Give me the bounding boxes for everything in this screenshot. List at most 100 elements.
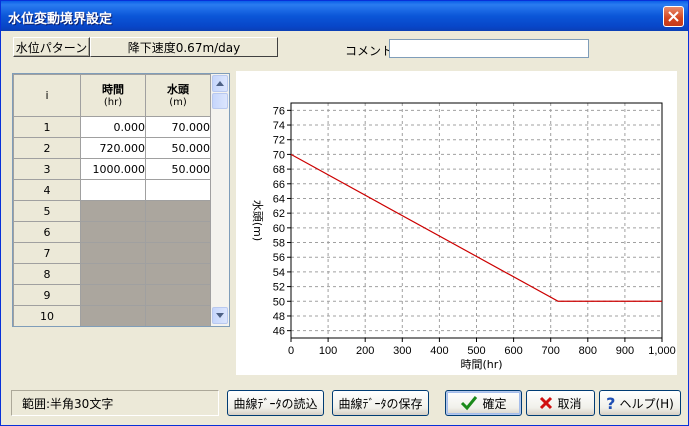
- table-row: 10: [13, 305, 211, 326]
- y-tick-label: 50: [273, 296, 285, 308]
- comment-label: コメント: [345, 44, 394, 58]
- row-number: 5: [13, 200, 81, 222]
- table-row: 1 0.000 70.000: [13, 116, 211, 138]
- head-cell[interactable]: 50.000: [145, 137, 211, 159]
- row-number: 9: [13, 284, 81, 306]
- row-number: 7: [13, 242, 81, 264]
- table-row: 2 720.000 50.000: [13, 137, 211, 159]
- header-time-unit: (hr): [103, 96, 123, 108]
- y-tick-label: 48: [273, 311, 285, 323]
- row-number: 3: [13, 158, 81, 180]
- head-cell: [145, 221, 211, 243]
- x-tick-label: 700: [542, 345, 560, 357]
- cancel-button[interactable]: 取消: [526, 390, 595, 416]
- status-text: 範囲:半角30文字: [11, 390, 219, 416]
- head-cell[interactable]: 70.000: [145, 116, 211, 138]
- time-cell: [80, 263, 146, 285]
- time-cell: [80, 305, 146, 326]
- time-cell: [80, 221, 146, 243]
- header-time-label: 時間: [102, 82, 124, 96]
- x-tick-label: 500: [467, 345, 485, 357]
- pattern-button[interactable]: 水位パターン: [13, 37, 90, 57]
- head-cell: [145, 263, 211, 285]
- x-tick-label: 900: [616, 345, 634, 357]
- header-head-unit: (m): [169, 96, 187, 108]
- x-tick-label: 1,000: [648, 345, 676, 357]
- scroll-down-icon[interactable]: [212, 307, 228, 324]
- time-cell[interactable]: 0.000: [80, 116, 146, 138]
- row-number: 10: [13, 305, 81, 326]
- time-cell[interactable]: 1000.000: [80, 158, 146, 180]
- head-cell[interactable]: [145, 179, 211, 201]
- time-cell: [80, 242, 146, 264]
- question-icon: ?: [606, 393, 616, 413]
- y-tick-label: 72: [273, 135, 285, 147]
- save-curve-label: 曲線ﾃﾞｰﾀの保存: [338, 396, 423, 411]
- y-tick-label: 66: [273, 179, 285, 191]
- table-row: 6: [13, 221, 211, 243]
- table-row: 4: [13, 179, 211, 201]
- time-cell[interactable]: 720.000: [80, 137, 146, 159]
- x-tick-label: 800: [579, 345, 597, 357]
- x-axis-label: 時間(hr): [460, 358, 502, 371]
- table-row: 5: [13, 200, 211, 222]
- y-tick-label: 62: [273, 208, 285, 220]
- y-tick-label: 64: [273, 193, 285, 205]
- row-number: 6: [13, 221, 81, 243]
- y-tick-label: 68: [273, 164, 285, 176]
- title-bar[interactable]: 水位変動境界設定: [1, 1, 688, 31]
- close-icon[interactable]: [663, 6, 684, 27]
- y-tick-label: 60: [273, 223, 285, 235]
- check-icon: [461, 396, 478, 411]
- help-label: ヘルプ(H): [619, 396, 674, 411]
- row-number: 4: [13, 179, 81, 201]
- y-tick-label: 56: [273, 252, 285, 264]
- data-grid: i 時間 (hr) 水頭 (m) 1 0.000 70.000 2 720.000 50…: [12, 73, 230, 327]
- dialog-window: 水位変動境界設定 水位パターン 降下速度0.67m/day コメント i 時間 …: [0, 0, 689, 426]
- load-curve-label: 曲線ﾃﾞｰﾀの読込: [233, 396, 318, 411]
- y-tick-label: 54: [273, 267, 285, 279]
- y-tick-label: 76: [273, 105, 285, 117]
- time-cell[interactable]: [80, 179, 146, 201]
- head-cell[interactable]: 50.000: [145, 158, 211, 180]
- header-head: 水頭 (m): [145, 74, 211, 117]
- help-button[interactable]: ? ヘルプ(H): [599, 390, 681, 416]
- x-tick-label: 100: [319, 345, 337, 357]
- ok-label: 確定: [482, 396, 507, 411]
- header-head-label: 水頭: [167, 82, 189, 96]
- scroll-thumb[interactable]: [212, 93, 228, 109]
- row-number: 1: [13, 116, 81, 138]
- y-tick-label: 58: [273, 238, 285, 250]
- y-tick-label: 46: [273, 326, 285, 338]
- y-tick-label: 70: [273, 149, 285, 161]
- head-cell: [145, 242, 211, 264]
- table-row: 3 1000.000 50.000: [13, 158, 211, 180]
- cross-icon: [540, 396, 553, 410]
- head-cell: [145, 200, 211, 222]
- x-tick-label: 300: [393, 345, 411, 357]
- time-cell: [80, 284, 146, 306]
- header-i: i: [13, 74, 81, 117]
- water-level-chart: 0 100 200 300 400 500 600 700 800 900 1,000 46 48 50 5…: [251, 102, 676, 371]
- ok-button[interactable]: 確定: [445, 390, 522, 416]
- head-cell: [145, 284, 211, 306]
- vertical-scrollbar[interactable]: [211, 74, 229, 326]
- y-tick-label: 74: [273, 120, 285, 132]
- table-row: 7: [13, 242, 211, 264]
- load-curve-button[interactable]: 曲線ﾃﾞｰﾀの読込: [227, 390, 324, 416]
- scroll-up-icon[interactable]: [212, 75, 228, 92]
- x-tick-label: 200: [356, 345, 374, 357]
- pattern-value: 降下速度0.67m/day: [90, 37, 278, 57]
- row-number: 8: [13, 263, 81, 285]
- head-cell: [145, 305, 211, 326]
- table-row: 9: [13, 284, 211, 306]
- save-curve-button[interactable]: 曲線ﾃﾞｰﾀの保存: [332, 390, 429, 416]
- row-number: 2: [13, 137, 81, 159]
- table-row: 8: [13, 263, 211, 285]
- x-tick-label: 0: [288, 345, 294, 357]
- comment-input[interactable]: [389, 39, 589, 58]
- y-axis-label: 水頭(m): [251, 200, 264, 241]
- x-tick-label: 400: [430, 345, 448, 357]
- header-time: 時間 (hr): [80, 74, 146, 117]
- y-tick-label: 52: [273, 282, 285, 294]
